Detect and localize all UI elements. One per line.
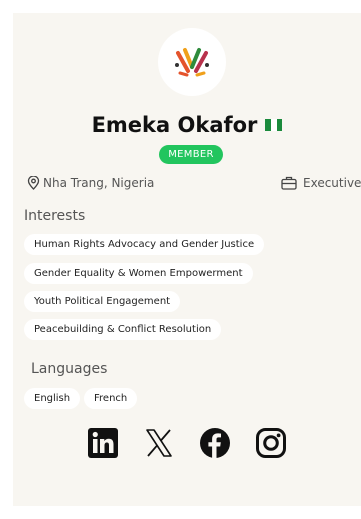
interest-chip: Gender Equality & Women Empowerment (24, 263, 253, 284)
interest-chip: Peacebuilding & Conflict Resolution (24, 319, 222, 340)
avatar (158, 28, 226, 96)
briefcase-icon (281, 176, 297, 190)
interest-chip: Youth Political Engagement (24, 291, 181, 312)
profile-card: Emeka Okafor MEMBER Nha Trang, Nigeria E… (13, 13, 361, 506)
location-text: Nha Trang, Nigeria (43, 176, 155, 190)
profile-name-row: Emeka Okafor (13, 113, 361, 137)
role: Executive (281, 176, 361, 190)
facebook-icon[interactable] (199, 427, 231, 459)
x-icon[interactable] (143, 427, 175, 459)
nigeria-flag-icon (265, 119, 283, 131)
language-chip: English (24, 388, 81, 409)
logo-icon (175, 48, 209, 77)
profile-name: Emeka Okafor (91, 113, 258, 137)
language-chip: French (84, 388, 138, 409)
role-text: Executive (303, 176, 361, 190)
social-links (13, 427, 361, 459)
linkedin-icon[interactable] (87, 427, 119, 459)
instagram-icon[interactable] (255, 427, 287, 459)
location: Nha Trang, Nigeria (27, 176, 154, 190)
interest-chip: Human Rights Advocacy and Gender Justice (24, 234, 265, 255)
languages-title: Languages (31, 361, 108, 377)
member-badge: MEMBER (159, 145, 223, 164)
interests-title: Interests (24, 208, 86, 224)
location-pin-icon (27, 176, 40, 190)
